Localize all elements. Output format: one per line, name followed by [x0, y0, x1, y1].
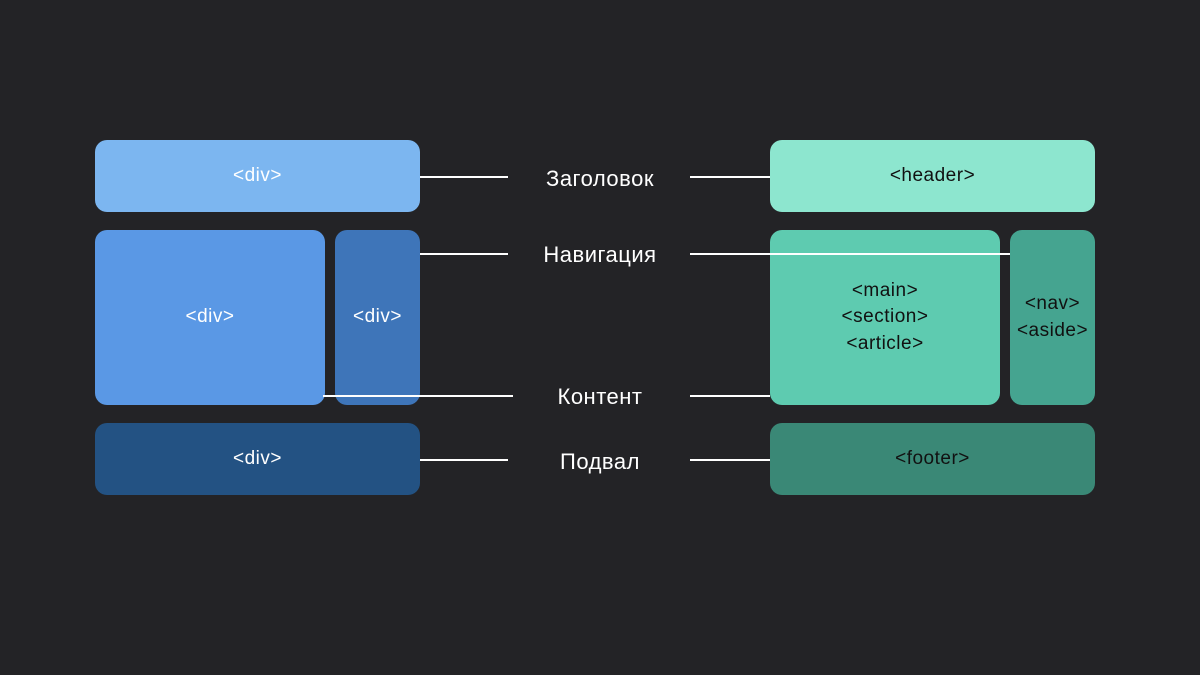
box-label: <footer> — [895, 446, 970, 473]
connector-line — [323, 395, 513, 397]
box-label: <div> — [186, 304, 235, 331]
label-content: Контент — [520, 384, 680, 410]
connector-line — [420, 253, 508, 255]
box-label: <header> — [890, 163, 975, 190]
connector-line — [690, 459, 770, 461]
div-content-box: <div> — [95, 230, 325, 405]
footer-box: <footer> — [770, 423, 1095, 495]
box-label: <div> — [233, 446, 282, 473]
box-label: <nav> <aside> — [1017, 291, 1088, 344]
nav-aside-box: <nav> <aside> — [1010, 230, 1095, 405]
label-nav: Навигация — [520, 242, 680, 268]
connector-line — [420, 176, 508, 178]
label-footer: Подвал — [520, 449, 680, 475]
connector-line — [420, 459, 508, 461]
div-footer-box: <div> — [95, 423, 420, 495]
div-header-box: <div> — [95, 140, 420, 212]
box-label: <main> <section> <article> — [842, 278, 929, 358]
main-content-box: <main> <section> <article> — [770, 230, 1000, 405]
box-label: <div> — [353, 304, 402, 331]
connector-line — [690, 253, 1010, 255]
header-box: <header> — [770, 140, 1095, 212]
box-label: <div> — [233, 163, 282, 190]
label-header: Заголовок — [520, 166, 680, 192]
div-nav-box: <div> — [335, 230, 420, 405]
connector-line — [690, 176, 770, 178]
connector-line — [690, 395, 770, 397]
